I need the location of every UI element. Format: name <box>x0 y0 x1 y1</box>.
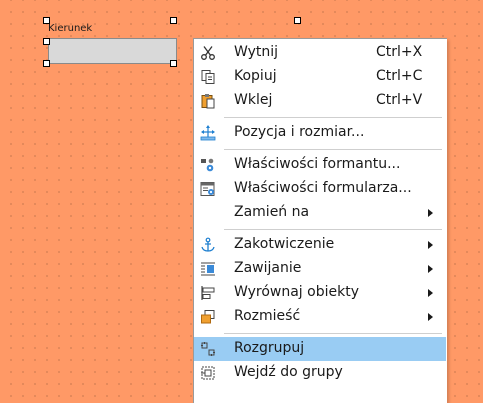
menu-item-copy[interactable]: Kopiuj Ctrl+C <box>194 65 446 89</box>
menu-item-label: Wytnij <box>234 44 279 60</box>
menu-item-shortcut: Ctrl+X <box>376 44 423 60</box>
menu-item-label: Wyrównaj obiekty <box>234 284 359 300</box>
text-box-control[interactable] <box>48 38 177 64</box>
menu-item-label: Właściwości formularza... <box>234 180 412 196</box>
label-control[interactable]: Kierunek <box>48 23 92 34</box>
selection-handle-bottom-middle[interactable] <box>170 60 177 67</box>
submenu-arrow-icon <box>428 313 433 321</box>
menu-item-arrange[interactable]: Rozmieść <box>194 305 446 329</box>
copy-icon <box>200 69 216 85</box>
menu-item-anchor[interactable]: Zakotwiczenie <box>194 233 446 257</box>
menu-item-control-properties[interactable]: Właściwości formantu... <box>194 153 446 177</box>
selection-handle-top-middle[interactable] <box>170 17 177 24</box>
wrap-icon <box>200 261 216 277</box>
submenu-arrow-icon <box>428 265 433 273</box>
menu-separator <box>224 229 442 230</box>
menu-item-label: Pozycja i rozmiar... <box>234 124 365 140</box>
selection-handle-top-right[interactable] <box>294 17 301 24</box>
menu-separator <box>224 333 442 334</box>
position-size-icon <box>200 125 216 141</box>
menu-item-cut[interactable]: Wytnij Ctrl+X <box>194 41 446 65</box>
menu-item-position-and-size[interactable]: Pozycja i rozmiar... <box>194 121 446 145</box>
anchor-icon <box>200 237 216 253</box>
paste-icon <box>200 93 216 109</box>
menu-item-label: Zakotwiczenie <box>234 236 335 252</box>
scissors-icon <box>200 45 216 61</box>
menu-item-align-objects[interactable]: Wyrównaj obiekty <box>194 281 446 305</box>
menu-item-enter-group[interactable]: Wejdź do grupy <box>194 361 446 385</box>
menu-item-label: Zawijanie <box>234 260 302 276</box>
enter-group-icon <box>200 365 216 381</box>
arrange-icon <box>200 309 216 325</box>
menu-item-label: Zamień na <box>234 204 310 220</box>
form-properties-icon <box>200 181 216 197</box>
menu-item-shortcut: Ctrl+C <box>376 68 423 84</box>
menu-item-label: Rozmieść <box>234 308 301 324</box>
menu-item-label: Wejdź do grupy <box>234 364 343 380</box>
control-properties-icon <box>200 157 216 173</box>
context-menu: Wytnij Ctrl+X Kopiuj Ctrl+C Wklej Ctrl+V… <box>193 38 447 403</box>
menu-separator <box>224 117 442 118</box>
menu-item-form-properties[interactable]: Właściwości formularza... <box>194 177 446 201</box>
selection-handle-middle-left[interactable] <box>43 38 50 45</box>
menu-item-wrap[interactable]: Zawijanie <box>194 257 446 281</box>
menu-item-paste[interactable]: Wklej Ctrl+V <box>194 89 446 113</box>
submenu-arrow-icon <box>428 289 433 297</box>
menu-item-replace-with[interactable]: Zamień na <box>194 201 446 225</box>
selection-handle-bottom-left[interactable] <box>43 60 50 67</box>
menu-item-label: Wklej <box>234 92 273 108</box>
menu-item-label: Rozgrupuj <box>234 340 305 356</box>
menu-separator <box>224 149 442 150</box>
menu-item-label: Kopiuj <box>234 68 277 84</box>
ungroup-icon <box>200 341 216 357</box>
align-objects-icon <box>200 285 216 301</box>
menu-item-ungroup[interactable]: Rozgrupuj <box>194 337 446 361</box>
menu-item-shortcut: Ctrl+V <box>376 92 423 108</box>
selection-handle-top-left[interactable] <box>43 17 50 24</box>
menu-item-label: Właściwości formantu... <box>234 156 401 172</box>
form-design-canvas[interactable]: Kierunek Wytnij Ctrl+X Kopiuj Ctrl+C Wkl… <box>0 0 483 403</box>
submenu-arrow-icon <box>428 209 433 217</box>
submenu-arrow-icon <box>428 241 433 249</box>
